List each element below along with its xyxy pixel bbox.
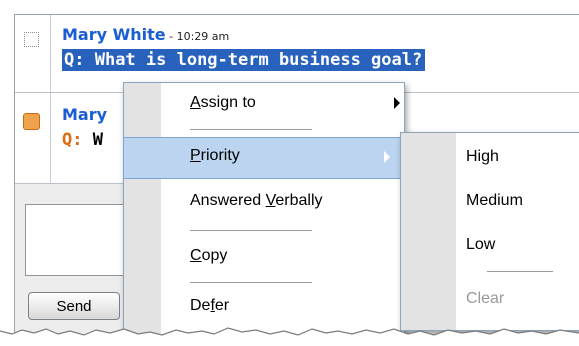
question-body: What is long-term business goal? xyxy=(84,50,423,70)
mnemonic-letter: C xyxy=(190,247,202,264)
torn-edge-decoration xyxy=(0,327,579,346)
submenu-item-label: High xyxy=(466,148,499,165)
menu-item-copy[interactable]: Copy xyxy=(124,238,404,278)
menu-item-label: Answered Verbally xyxy=(190,192,323,210)
mnemonic-letter: V xyxy=(265,192,276,209)
submenu-item-medium[interactable]: Medium xyxy=(401,183,579,223)
menu-item-priority[interactable]: Priority xyxy=(123,137,405,179)
label-rest: erbally xyxy=(275,192,323,209)
submenu-arrow-icon xyxy=(394,97,400,109)
mnemonic-letter: A xyxy=(190,94,201,111)
label-rest: riority xyxy=(200,147,240,164)
menu-item-label: Copy xyxy=(190,247,227,265)
menu-item-assign-to[interactable]: Assign to xyxy=(124,85,404,125)
menu-item-defer[interactable]: Defer xyxy=(124,288,404,328)
message-gutter xyxy=(15,93,51,183)
message-sender: Mary White - 10:29 am xyxy=(62,25,229,44)
submenu-item-label: Low xyxy=(466,236,496,253)
submenu-item-label: Clear xyxy=(466,290,505,307)
sender-name: Mary White xyxy=(62,25,166,44)
question-body: W xyxy=(82,130,103,150)
mnemonic-letter: P xyxy=(190,147,201,164)
context-menu: Assign to Priority Answered Verbally Cop… xyxy=(123,82,405,346)
menu-separator xyxy=(190,230,312,231)
label-rest: opy xyxy=(201,247,228,264)
question-text-selected[interactable]: Q: What is long-term business goal? xyxy=(62,49,426,71)
label-before: Answered xyxy=(190,192,266,209)
submenu-item-low[interactable]: Low xyxy=(401,227,579,267)
label-rest: ssign to xyxy=(200,94,256,111)
submenu-item-label: Medium xyxy=(466,192,523,209)
question-prefix: Q: xyxy=(62,130,83,150)
send-button[interactable]: Send xyxy=(28,292,120,320)
menu-item-label: Defer xyxy=(190,297,229,315)
message-time: 10:29 am xyxy=(176,30,230,43)
sender-name: Mary xyxy=(62,105,108,124)
submenu-item-high[interactable]: High xyxy=(401,139,579,179)
label-rest: er xyxy=(214,297,230,314)
menu-item-answered-verbally[interactable]: Answered Verbally xyxy=(124,183,404,223)
message-select-checkbox[interactable] xyxy=(24,32,39,47)
question-text[interactable]: Q: W xyxy=(62,130,103,150)
submenu-arrow-icon xyxy=(384,151,390,163)
screenshot-frame: Mary White - 10:29 am Q: What is long-te… xyxy=(0,0,579,346)
message-gutter xyxy=(15,15,51,92)
menu-item-label: Priority xyxy=(190,147,240,165)
menu-separator xyxy=(487,271,553,272)
menu-item-label: Assign to xyxy=(190,94,256,112)
question-prefix: Q: xyxy=(64,50,85,70)
time-separator: - xyxy=(165,30,177,43)
menu-separator xyxy=(190,129,312,130)
menu-separator xyxy=(190,282,312,283)
priority-flag-icon[interactable] xyxy=(23,113,40,130)
submenu-item-clear: Clear xyxy=(401,281,579,321)
priority-submenu: High Medium Low Clear xyxy=(400,132,579,331)
message-sender: Mary xyxy=(62,105,107,124)
label-before: De xyxy=(190,297,211,314)
